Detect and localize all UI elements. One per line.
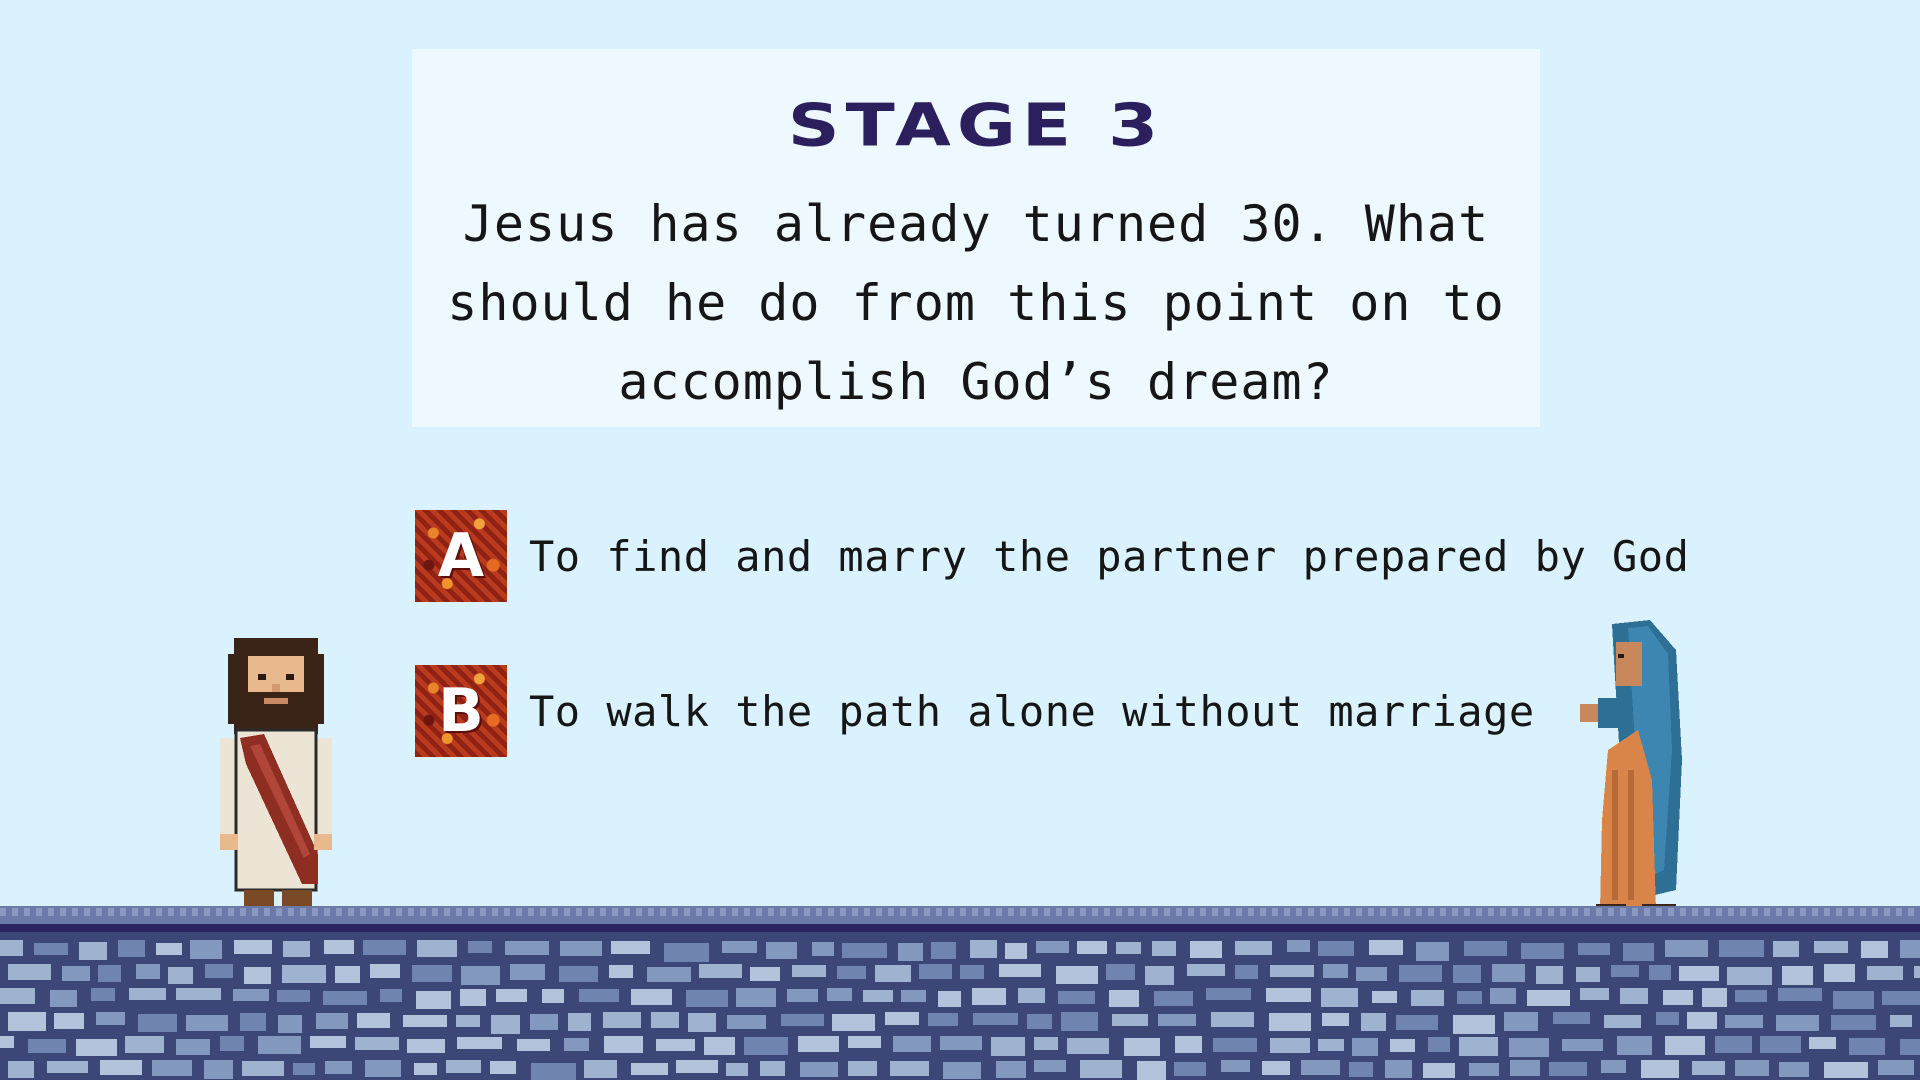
answer-b-letter: B [438,676,484,746]
answer-a-text[interactable]: To find and marry the partner prepared b… [529,532,1689,581]
answer-b-badge[interactable]: B [415,665,507,757]
question-card: STAGE 3 Jesus has already turned 30. Wha… [412,49,1540,427]
answer-b-text[interactable]: To walk the path alone without marriage [529,687,1535,736]
answer-option-b[interactable]: B To walk the path alone without marriag… [415,665,1535,757]
stage-title: STAGE 3 [787,90,1165,160]
answer-a-badge[interactable]: A [415,510,507,602]
question-text: Jesus has already turned 30. What should… [447,195,1505,411]
stone-ground [0,906,1920,1080]
mary-sprite [1572,620,1702,922]
game-scene: STAGE 3 Jesus has already turned 30. Wha… [0,0,1920,1080]
answer-a-letter: A [437,521,485,591]
jesus-sprite [206,634,346,918]
answer-option-a[interactable]: A To find and marry the partner prepared… [415,510,1689,602]
